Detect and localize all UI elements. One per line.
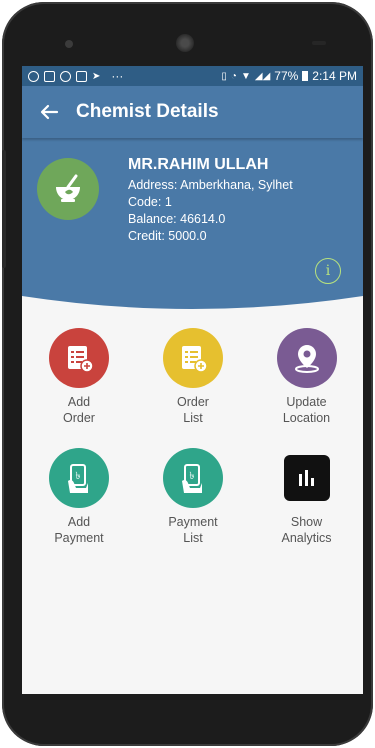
arrow-left-icon[interactable] bbox=[22, 86, 76, 138]
chemist-balance: Balance: 46614.0 bbox=[128, 212, 226, 226]
phone-frame: ➤ ··· ▯ ◔ ▼ ◢◢ 77% 2:14 PM Chemist Detai… bbox=[2, 2, 373, 746]
alarm-icon: ◔ bbox=[230, 70, 237, 82]
location-pin-icon bbox=[276, 328, 337, 388]
action-label: Show Analytics bbox=[281, 515, 332, 545]
svg-text:৳: ৳ bbox=[190, 471, 195, 482]
action-payment-list[interactable]: ৳ Payment List bbox=[136, 448, 250, 546]
mortar-pestle-icon bbox=[56, 174, 80, 202]
page-title: Chemist Details bbox=[76, 101, 219, 122]
screen: ➤ ··· ▯ ◔ ▼ ◢◢ 77% 2:14 PM Chemist Detai… bbox=[22, 66, 363, 694]
svg-text:৳: ৳ bbox=[76, 471, 81, 482]
chemist-credit: Credit: 5000.0 bbox=[128, 229, 207, 243]
side-button bbox=[2, 150, 6, 268]
app-bar: Chemist Details bbox=[22, 86, 363, 138]
front-camera bbox=[65, 40, 73, 48]
chemist-header: MR.RAHIM ULLAH Address: Amberkhana, Sylh… bbox=[22, 136, 363, 326]
action-add-payment[interactable]: ৳ Add Payment bbox=[22, 448, 136, 546]
whatsapp-icon bbox=[28, 70, 39, 82]
action-update-location[interactable]: Update Location bbox=[250, 328, 363, 426]
gallery-icon bbox=[44, 70, 55, 82]
actions-grid: Add Order Order List Update Location ৳ A… bbox=[22, 328, 363, 546]
action-label: Order List bbox=[177, 395, 209, 425]
wifi-icon: ▼ bbox=[240, 70, 251, 82]
status-bar: ➤ ··· ▯ ◔ ▼ ◢◢ 77% 2:14 PM bbox=[22, 66, 363, 86]
signal-icon: ◢◢ bbox=[254, 70, 271, 82]
action-label: Add Payment bbox=[54, 515, 104, 545]
action-label: Add Order bbox=[63, 395, 95, 425]
payment-hand-icon: ৳ bbox=[49, 448, 109, 508]
send-icon: ➤ bbox=[92, 70, 101, 82]
payment-hand-icon: ৳ bbox=[163, 448, 223, 508]
order-list-icon bbox=[163, 328, 223, 388]
battery-icon bbox=[302, 71, 309, 81]
proximity-sensor bbox=[312, 41, 326, 45]
chemist-info: MR.RAHIM ULLAH Address: Amberkhana, Sylh… bbox=[128, 156, 293, 245]
bar-chart-icon bbox=[283, 455, 330, 501]
vibrate-icon: ▯ bbox=[221, 70, 227, 82]
action-label: Update Location bbox=[282, 395, 331, 425]
chemist-code: Code: 1 bbox=[128, 195, 172, 209]
chrome-icon bbox=[60, 70, 71, 82]
clock: 2:14 PM bbox=[312, 69, 357, 83]
more-notifications-icon: ··· bbox=[111, 69, 124, 83]
avatar bbox=[37, 158, 99, 220]
earpiece-speaker bbox=[176, 34, 194, 52]
action-label: Payment List bbox=[168, 515, 218, 545]
chemist-address: Address: Amberkhana, Sylhet bbox=[128, 178, 293, 192]
action-add-order[interactable]: Add Order bbox=[22, 328, 136, 426]
action-show-analytics[interactable]: Show Analytics bbox=[250, 448, 363, 546]
info-icon[interactable]: i bbox=[315, 258, 341, 284]
linkedin-icon bbox=[76, 70, 87, 82]
chemist-name: MR.RAHIM ULLAH bbox=[128, 156, 269, 173]
battery-percent: 77% bbox=[274, 69, 299, 83]
order-add-icon bbox=[49, 328, 109, 388]
action-order-list[interactable]: Order List bbox=[136, 328, 250, 426]
